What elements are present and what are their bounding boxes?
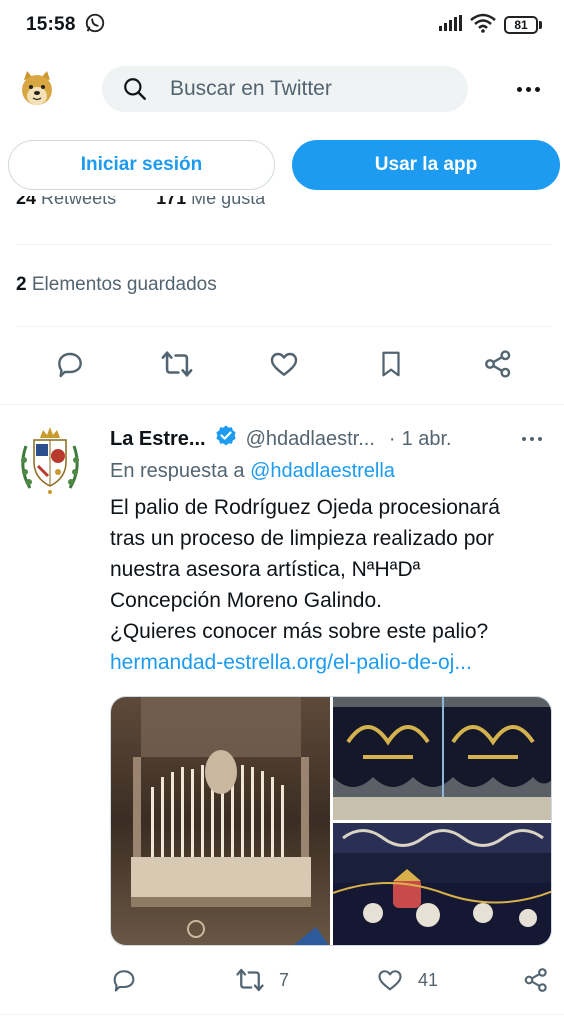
separator-dot: · [388,427,396,450]
status-right: 81 [438,13,542,38]
tweet-reply-icon[interactable] [110,962,138,998]
author-handle[interactable]: @hdadlaestr... [246,428,375,451]
retweets-count: 24 [16,196,37,208]
share-icon[interactable] [480,346,516,382]
tweet-text-line: nuestra asesora artística, NªHªDª [110,558,421,581]
use-app-button[interactable]: Usar la app [292,140,560,190]
tweet-stats-partial: 24 Retweets 171 Me gusta [16,196,265,216]
tweet-header: La Estre... @hdadlaestr... · 1 abr. [110,424,556,454]
top-header: Buscar en Twitter [0,50,564,128]
reply-prefix: En respuesta a [110,460,245,482]
reply-icon[interactable] [52,346,88,382]
tweet-author-avatar[interactable] [16,418,84,498]
tweet-text-line: tras un proceso de limpieza realizado po… [110,527,495,550]
media-photo-embroidery-top[interactable] [333,697,551,820]
retweets-label: Retweets [41,196,117,208]
status-time: 15:58 [26,14,76,35]
tweet-like-button[interactable]: 41 [376,962,438,998]
prev-tweet-actions [0,346,564,386]
search-input[interactable]: Buscar en Twitter [102,66,468,112]
tweet-text-line: El palio de Rodríguez Ojeda procesionará [110,496,500,519]
status-left: 15:58 [26,12,106,39]
tweet-date[interactable]: 1 abr. [402,428,452,451]
tweet-text-line: Concepción Moreno Galindo. [110,589,382,612]
search-icon [124,78,146,100]
verified-badge-icon [214,424,238,454]
search-placeholder: Buscar en Twitter [170,77,332,100]
tweet-media-grid [110,696,552,946]
divider [16,326,552,327]
media-photo-embroidery-bottom[interactable] [332,823,551,945]
tweet-separator [0,404,564,405]
media-photo-palio[interactable] [111,697,330,945]
tweet-retweet-icon [236,968,264,992]
saved-items[interactable]: 2 Elementos guardados [16,274,217,296]
auth-bar: Iniciar sesión Usar la app [0,140,564,196]
like-icon[interactable] [266,346,302,382]
author-name[interactable]: La Estre... [110,428,206,451]
retweet-icon[interactable] [159,346,195,382]
like-count: 41 [418,969,439,990]
battery-icon: 81 [504,16,542,34]
divider [16,244,552,245]
user-avatar[interactable] [20,70,54,108]
bottom-divider [0,1014,564,1015]
tweet-like-icon [378,970,402,991]
battery-level: 81 [504,16,538,34]
whatsapp-icon [84,12,106,39]
tweet-share-icon[interactable] [522,962,550,998]
status-bar: 15:58 81 [0,0,564,50]
wifi-icon [470,13,496,38]
reply-context: En respuesta a @hdadlaestrella [110,460,395,483]
reply-mention-link[interactable]: @hdadlaestrella [250,460,395,482]
signal-icon [438,14,462,36]
bookmark-icon[interactable] [373,346,409,382]
more-options-icon[interactable] [517,86,540,92]
tweet-actions: 7 41 [110,962,556,998]
likes-count: 171 [156,196,187,208]
tweet-retweet-button[interactable]: 7 [235,962,289,998]
tweet-link[interactable]: hermandad-estrella.org/el-palio-de-oj... [110,647,550,678]
likes-label: Me gusta [191,196,266,208]
saved-count: 2 [16,274,27,295]
tweet-text-line: ¿Quieres conocer más sobre este palio? [110,620,489,643]
login-button[interactable]: Iniciar sesión [8,140,275,190]
tweet-more-icon[interactable] [522,437,542,441]
tweet-text: El palio de Rodríguez Ojeda procesionará… [110,492,550,678]
retweet-count: 7 [279,969,290,990]
saved-label: Elementos guardados [31,274,217,295]
